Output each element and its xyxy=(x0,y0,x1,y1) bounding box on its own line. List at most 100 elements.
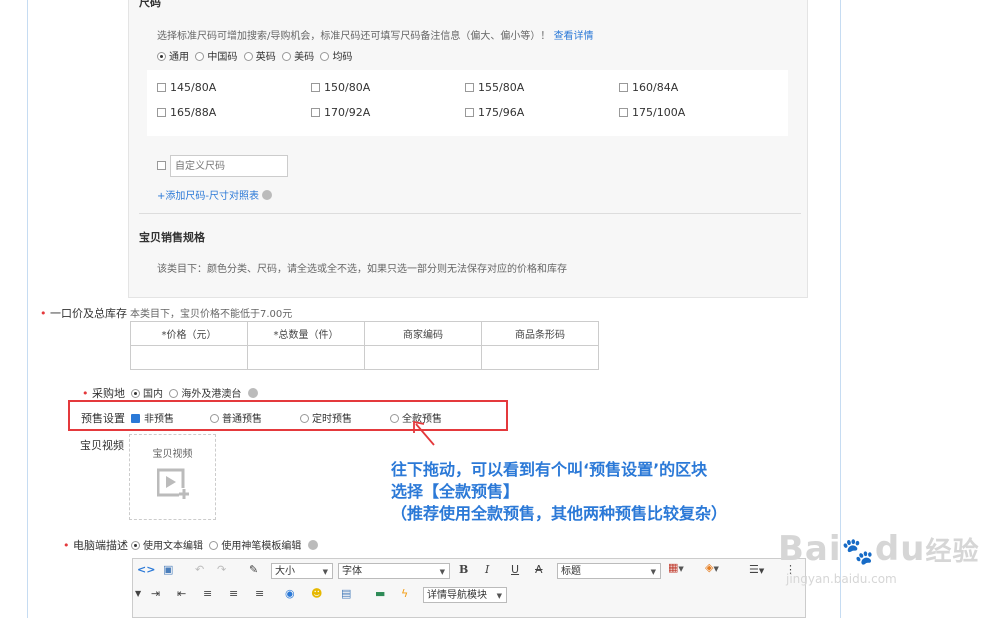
header-price: *价格（元） xyxy=(130,321,248,346)
radio-icon xyxy=(131,414,140,423)
quantity-cell[interactable] xyxy=(247,345,365,370)
size-type-one-size[interactable]: 均码 xyxy=(320,52,352,63)
help-icon[interactable] xyxy=(307,540,318,550)
radio-icon xyxy=(320,52,330,61)
radio-icon xyxy=(131,541,140,550)
emoji-icon[interactable]: ☻ xyxy=(311,587,322,600)
radio-icon xyxy=(209,541,219,550)
indent-icon[interactable]: ⇥ xyxy=(151,587,160,600)
list-icon[interactable]: ☰▼ xyxy=(749,563,764,576)
size-option-150-80a[interactable]: 150/80A xyxy=(311,81,370,94)
annotation-arrow-icon xyxy=(413,420,435,446)
frame-left-line xyxy=(27,0,28,618)
size-option-170-92a[interactable]: 170/92A xyxy=(311,106,370,119)
checkbox-icon xyxy=(465,83,474,92)
checkbox-icon xyxy=(619,83,628,92)
view-details-link[interactable]: 查看详情 xyxy=(554,31,594,42)
align-left-icon[interactable]: ≡ xyxy=(203,587,212,600)
price-cell[interactable] xyxy=(130,345,248,370)
desc-template-edit[interactable]: 使用神笔模板编辑 xyxy=(209,541,301,552)
spec-hint: 该类目下：颜色分类、尺码，请全选或全不选，如果只选一部分则无法保存对应的价格和库… xyxy=(157,264,567,275)
desc-text-edit[interactable]: 使用文本编辑 xyxy=(131,541,203,552)
chevron-down-icon: ▼ xyxy=(439,568,445,576)
align-right-icon[interactable]: ≡ xyxy=(255,587,264,600)
presale-scheduled[interactable]: 定时预售 xyxy=(300,410,352,425)
size-option-160-84a[interactable]: 160/84A xyxy=(619,81,678,94)
strikethrough-icon[interactable]: A xyxy=(535,563,543,576)
barcode-cell[interactable] xyxy=(481,345,599,370)
header-barcode: 商品条形码 xyxy=(481,321,599,346)
checkbox-icon xyxy=(311,108,320,117)
spec-section-title: 宝贝销售规格 xyxy=(139,231,205,244)
presale-normal[interactable]: 普通预售 xyxy=(210,410,262,425)
font-family-select[interactable]: 字体 ▼ xyxy=(338,563,450,579)
size-options-box xyxy=(147,70,788,136)
annotation-line-2: 选择【全款预售】 xyxy=(391,482,520,501)
rich-text-editor: <> ▣ ↶ ↷ ✎ 大小 ▼ 字体 ▼ B I U A 标题 ▼ ▦▼ ◈▼ ☰▼ … xyxy=(132,558,806,618)
radio-icon xyxy=(243,52,253,61)
merchant-code-cell[interactable] xyxy=(364,345,482,370)
italic-icon[interactable]: I xyxy=(485,563,489,576)
size-spec-panel xyxy=(128,0,808,298)
help-icon[interactable] xyxy=(247,388,258,398)
size-option-155-80a[interactable]: 155/80A xyxy=(465,81,524,94)
redo-icon[interactable]: ↷ xyxy=(217,563,226,576)
table-icon[interactable]: ▤ xyxy=(341,587,351,600)
size-hint: 选择标准尺码可增加搜索/导购机会，标准尺码还可填写尺码备注信息（偏大、偏小等）！… xyxy=(157,31,594,42)
format-brush-icon[interactable]: ✎ xyxy=(249,563,258,576)
font-size-select[interactable]: 大小 ▼ xyxy=(271,563,333,579)
size-option-145-80a[interactable]: 145/80A xyxy=(157,81,216,94)
video-box-title: 宝贝视频 xyxy=(152,449,193,460)
custom-size-checkbox[interactable] xyxy=(157,161,166,170)
price-hint: 本类目下，宝贝价格不能低于7.00元 xyxy=(130,309,293,320)
desc-label: • 电脑端描述 xyxy=(63,539,128,552)
align-center-icon[interactable]: ≡ xyxy=(229,587,238,600)
checkbox-icon xyxy=(619,108,628,117)
size-option-175-96a[interactable]: 175/96A xyxy=(465,106,524,119)
baidu-watermark-logo: Bai🐾du经验 xyxy=(778,529,980,569)
source-code-icon[interactable]: <> xyxy=(137,563,155,576)
custom-size-input[interactable] xyxy=(170,155,288,177)
chevron-down-icon: ▼ xyxy=(322,568,328,576)
size-option-175-100a[interactable]: 175/100A xyxy=(619,106,685,119)
origin-domestic[interactable]: 国内 xyxy=(131,389,163,400)
radio-icon xyxy=(131,389,140,398)
link-icon[interactable]: ◉ xyxy=(285,587,295,600)
frame-right-line xyxy=(840,0,841,618)
radio-icon xyxy=(282,52,292,61)
flash-icon[interactable]: ϟ xyxy=(401,587,408,600)
chevron-down-icon: ▼ xyxy=(496,592,502,600)
bold-icon[interactable]: B xyxy=(459,563,468,576)
size-type-china[interactable]: 中国码 xyxy=(195,52,237,63)
radio-icon xyxy=(210,414,219,423)
size-type-uk[interactable]: 英码 xyxy=(243,52,276,63)
radio-icon xyxy=(300,414,309,423)
presale-none[interactable]: 非预售 xyxy=(131,410,174,425)
radio-icon xyxy=(390,414,399,423)
nav-module-select[interactable]: 详情导航模块 ▼ xyxy=(423,587,507,603)
heading-select[interactable]: 标题 ▼ xyxy=(557,563,661,579)
price-stock-table: *价格（元） *总数量（件） 商家编码 商品条形码 xyxy=(130,321,599,370)
header-quantity: *总数量（件） xyxy=(247,321,365,346)
help-icon[interactable] xyxy=(262,190,273,200)
preview-icon[interactable]: ▣ xyxy=(163,563,173,576)
origin-overseas[interactable]: 海外及港澳台 xyxy=(169,389,241,400)
watermark-url: jingyan.baidu.com xyxy=(786,572,897,586)
background-color-icon[interactable]: ◈▼ xyxy=(705,561,719,574)
checkbox-icon xyxy=(157,83,166,92)
video-upload-box[interactable]: 宝贝视频 xyxy=(129,434,216,520)
outdent-icon[interactable]: ⇤ xyxy=(177,587,186,600)
size-option-165-88a[interactable]: 165/88A xyxy=(157,106,216,119)
size-type-us[interactable]: 美码 xyxy=(282,52,314,63)
size-type-universal[interactable]: 通用 xyxy=(157,52,189,63)
video-add-icon xyxy=(157,468,189,500)
chevron-down-icon[interactable]: ▼ xyxy=(135,589,141,598)
image-icon[interactable]: ▬ xyxy=(375,587,385,600)
text-color-icon[interactable]: ▦▼ xyxy=(668,561,684,574)
radio-icon xyxy=(195,52,205,61)
origin-label: • 采购地 xyxy=(82,387,125,400)
undo-icon[interactable]: ↶ xyxy=(195,563,204,576)
add-size-chart-link[interactable]: +添加尺码-尺寸对照表 xyxy=(157,187,273,202)
underline-icon[interactable]: U xyxy=(511,563,519,576)
desc-radio-group: 使用文本编辑 使用神笔模板编辑 xyxy=(131,537,318,552)
